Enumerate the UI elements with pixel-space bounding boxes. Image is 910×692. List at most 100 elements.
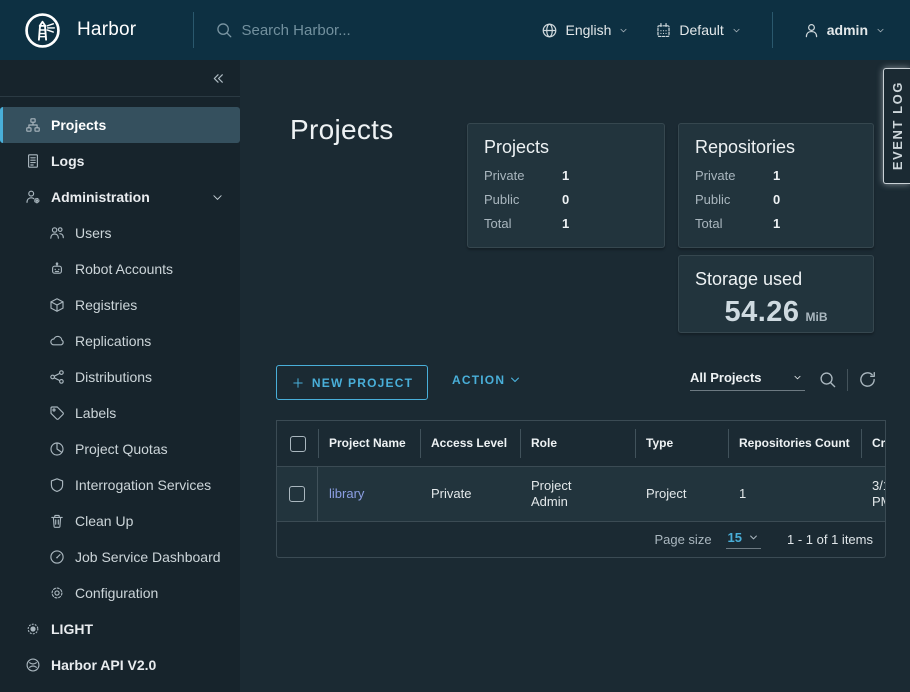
project-filter-select[interactable]: All Projects: [690, 368, 805, 391]
header-divider: [193, 12, 194, 48]
sidebar-item-logs[interactable]: Logs: [0, 143, 240, 179]
sidebar-item-label: Robot Accounts: [75, 261, 173, 277]
column-header-access-level[interactable]: Access Level: [420, 421, 520, 466]
toolbar-divider: [847, 369, 848, 391]
sidebar-item-theme-toggle[interactable]: LIGHT: [0, 611, 240, 647]
event-log-tab[interactable]: EVENT LOG: [883, 68, 910, 184]
search-input[interactable]: [241, 22, 541, 39]
gear-icon: [49, 585, 65, 601]
refresh-icon[interactable]: [858, 370, 877, 389]
sidebar-item-label: Harbor API V2.0: [51, 657, 156, 673]
brand-name: Harbor: [77, 19, 136, 41]
creation-time-cell: 3/1 PM: [861, 467, 885, 521]
project-link[interactable]: library: [329, 486, 364, 502]
sidebar-item-label: Administration: [51, 189, 150, 205]
sidebar-item-projects[interactable]: Projects: [0, 107, 240, 143]
project-name-cell: library: [318, 467, 420, 521]
filter-search-icon[interactable]: [818, 370, 837, 389]
sidebar-item-label: Project Quotas: [75, 441, 168, 457]
repositories-count-cell: 1: [728, 467, 861, 521]
card-title: Storage used: [679, 256, 873, 296]
harbor-app: Harbor English Default admin: [0, 0, 910, 692]
language-label: English: [565, 22, 611, 38]
column-header-project-name[interactable]: Project Name: [318, 421, 420, 466]
sidebar-item-label: Replications: [75, 333, 151, 349]
main-content: Projects Projects Private 1 Public 0 Tot…: [240, 60, 910, 692]
stat-row: Public 0: [679, 188, 873, 212]
sidebar-item-harbor-api[interactable]: Harbor API V2.0: [0, 647, 240, 683]
stat-value: 1: [562, 167, 569, 185]
stat-row: Private 1: [468, 164, 664, 188]
chevron-down-icon: [875, 25, 886, 36]
collapse-sidebar-icon[interactable]: [209, 70, 226, 87]
sidebar-item-configuration[interactable]: Configuration: [0, 575, 240, 611]
user-icon: [803, 22, 820, 39]
project-filter-group: All Projects: [690, 368, 877, 391]
table-row[interactable]: library Private Project Admin Project 1 …: [277, 467, 885, 522]
chevron-down-icon: [211, 191, 224, 204]
user-menu[interactable]: admin: [803, 22, 886, 39]
language-selector[interactable]: English: [541, 22, 629, 39]
stat-label: Public: [484, 191, 562, 209]
sidebar-item-robot-accounts[interactable]: Robot Accounts: [0, 251, 240, 287]
stat-value: 1: [773, 167, 780, 185]
action-dropdown-button[interactable]: ACTION: [452, 373, 521, 387]
chevron-down-icon: [618, 25, 629, 36]
sidebar-item-job-service-dashboard[interactable]: Job Service Dashboard: [0, 539, 240, 575]
sidebar-item-label: Clean Up: [75, 513, 133, 529]
sidebar-item-project-quotas[interactable]: Project Quotas: [0, 431, 240, 467]
card-title: Repositories: [679, 124, 873, 164]
projects-icon: [25, 117, 41, 133]
sidebar-nav: Projects Logs Administration Users Robot…: [0, 60, 240, 692]
card-title: Projects: [468, 124, 664, 164]
sidebar-item-labels[interactable]: Labels: [0, 395, 240, 431]
column-header-type[interactable]: Type: [635, 421, 728, 466]
stat-row: Total 1: [468, 212, 664, 236]
sidebar-item-label: Labels: [75, 405, 116, 421]
sidebar-item-registries[interactable]: Registries: [0, 287, 240, 323]
sidebar-item-clean-up[interactable]: Clean Up: [0, 503, 240, 539]
labels-icon: [49, 405, 65, 421]
page-size-label: Page size: [654, 532, 711, 547]
sidebar-item-label: Users: [75, 225, 112, 241]
sidebar-item-replications[interactable]: Replications: [0, 323, 240, 359]
new-project-button[interactable]: NEW PROJECT: [276, 365, 428, 400]
chevron-down-icon: [748, 532, 759, 543]
action-label: ACTION: [452, 373, 505, 387]
header-divider: [772, 12, 773, 48]
top-header-bar: Harbor English Default admin: [0, 0, 910, 60]
sidebar-item-label: Projects: [51, 117, 106, 133]
row-checkbox[interactable]: [289, 486, 305, 502]
select-all-checkbox[interactable]: [290, 436, 306, 452]
stat-value: 1: [773, 215, 780, 233]
stat-label: Public: [695, 191, 773, 209]
storage-value: 54.26 MiB: [679, 296, 873, 329]
sidebar-item-label: Registries: [75, 297, 137, 313]
sidebar-item-label: Configuration: [75, 585, 158, 601]
sidebar-item-interrogation-services[interactable]: Interrogation Services: [0, 467, 240, 503]
trash-icon: [49, 513, 65, 529]
sidebar-item-label: Distributions: [75, 369, 152, 385]
stat-value: 1: [562, 215, 569, 233]
globe-icon: [541, 22, 558, 39]
instance-selector[interactable]: Default: [655, 22, 741, 39]
sidebar-item-administration[interactable]: Administration: [0, 179, 240, 215]
registries-icon: [49, 297, 65, 313]
page-size-select[interactable]: 15: [726, 530, 761, 549]
sidebar-item-distributions[interactable]: Distributions: [0, 359, 240, 395]
sidebar-item-users[interactable]: Users: [0, 215, 240, 251]
instance-label: Default: [679, 22, 723, 38]
stat-value: 0: [773, 191, 780, 209]
users-icon: [49, 225, 65, 241]
column-header-repositories-count[interactable]: Repositories Count: [728, 421, 861, 466]
type-cell: Project: [635, 467, 728, 521]
global-search: [215, 21, 541, 39]
brand-area[interactable]: Harbor: [24, 12, 191, 49]
administration-icon: [25, 189, 41, 205]
distributions-icon: [49, 369, 65, 385]
dashboard-icon: [49, 549, 65, 565]
column-header-role[interactable]: Role: [520, 421, 635, 466]
chevron-down-icon: [509, 374, 521, 386]
sidebar-item-label: Interrogation Services: [75, 477, 211, 493]
column-header-creation-time[interactable]: Cre: [861, 421, 885, 466]
